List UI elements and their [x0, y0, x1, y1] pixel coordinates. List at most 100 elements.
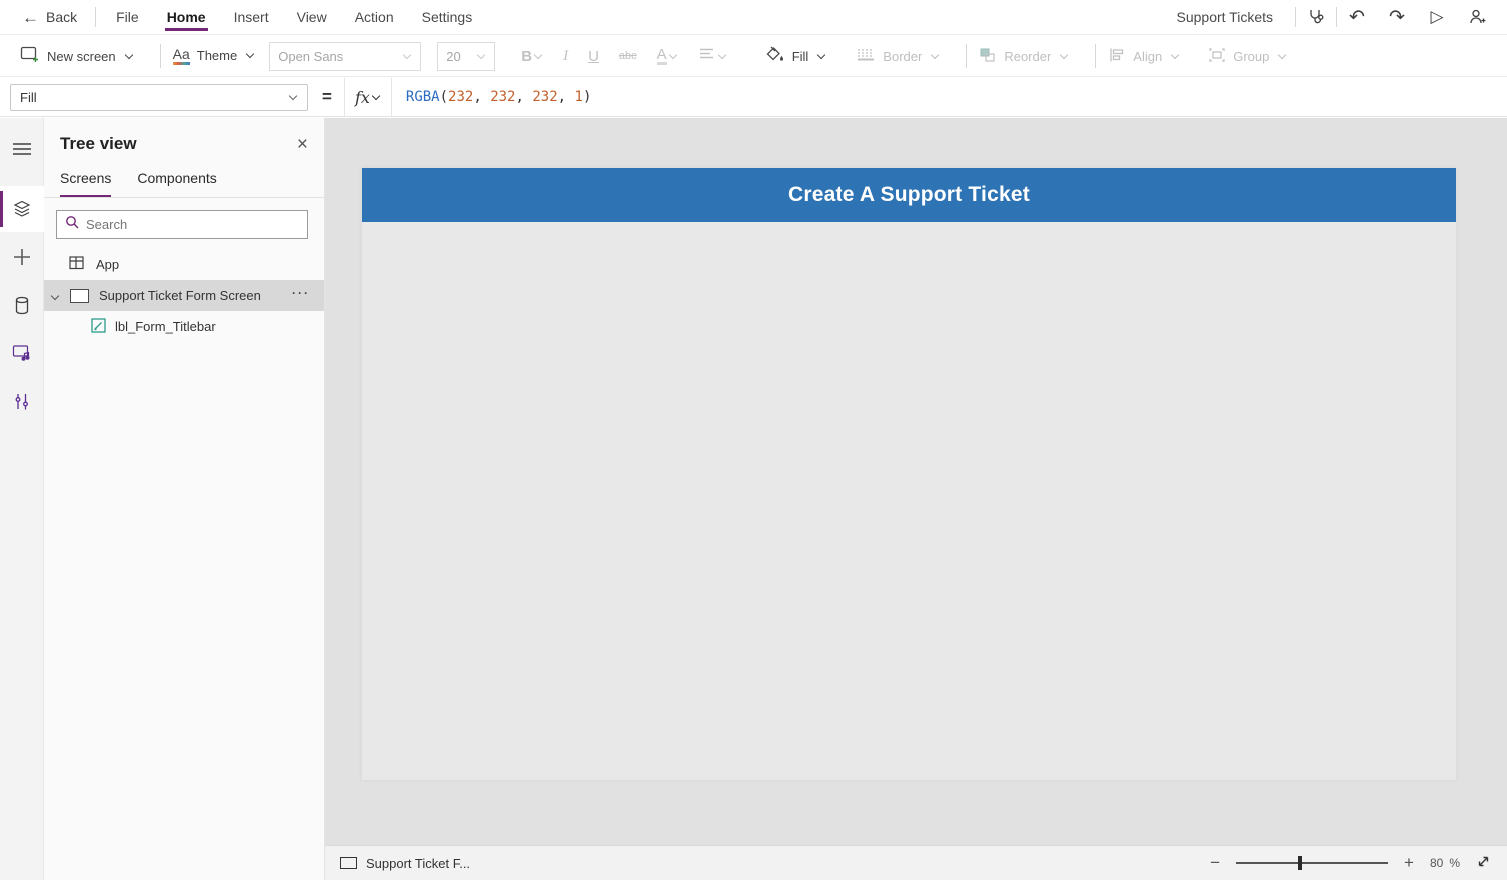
menu-item-file[interactable]: File — [102, 0, 153, 34]
italic-button[interactable]: I — [563, 48, 568, 65]
align-button[interactable]: Align — [1108, 47, 1180, 66]
underline-button[interactable]: U — [588, 48, 599, 65]
chevron-down-icon — [372, 91, 380, 99]
menu-item-insert[interactable]: Insert — [220, 0, 283, 34]
database-icon — [13, 296, 31, 315]
zoom-out-button[interactable]: − — [1210, 853, 1220, 873]
reorder-button[interactable]: Reorder — [979, 47, 1069, 66]
zoom-percentage: 80 % — [1430, 856, 1460, 870]
chevron-down-icon — [124, 50, 132, 58]
ribbon-toolbar: New screen Aa Theme Open Sans 20 B I U a… — [0, 36, 1507, 77]
equals-sign: = — [322, 87, 332, 107]
chevron-down-icon — [289, 91, 297, 99]
app-name: Support Tickets — [1177, 9, 1274, 25]
tree-view-tabs: Screens Components — [44, 170, 324, 198]
rail-item-media[interactable] — [0, 330, 44, 376]
tree-item-app[interactable]: App — [44, 249, 324, 280]
menu-items: File Home Insert View Action Settings — [102, 0, 486, 34]
property-selector[interactable]: Fill — [10, 84, 308, 111]
border-icon — [856, 48, 876, 65]
font-size-select[interactable]: 20 — [437, 42, 495, 71]
formula-input[interactable]: RGBA(232, 232, 232, 1) — [392, 89, 1507, 105]
form-title-text: Create A Support Ticket — [788, 183, 1030, 207]
tools-icon — [14, 392, 30, 411]
formula-bar: Fill = fx RGBA(232, 232, 232, 1) — [0, 78, 1507, 117]
font-color-button[interactable]: A — [657, 47, 678, 66]
chevron-down-icon — [477, 50, 485, 58]
top-menu-bar: ← Back File Home Insert View Action Sett… — [0, 0, 1507, 35]
fit-to-window-button[interactable] — [1476, 854, 1491, 872]
chevron-down-icon[interactable] — [51, 291, 59, 299]
app-canvas[interactable]: Create A Support Ticket — [362, 168, 1456, 780]
more-actions-button[interactable]: ··· — [292, 286, 310, 300]
new-screen-button[interactable]: New screen — [20, 46, 134, 66]
media-icon — [12, 344, 32, 362]
toolbar-divider — [966, 44, 967, 68]
bold-icon: B — [521, 48, 532, 65]
strikethrough-icon: abc — [619, 50, 637, 62]
rail-item-tree-view[interactable] — [0, 186, 44, 232]
undo-icon: ↶ — [1349, 6, 1365, 29]
fx-icon: fx — [355, 88, 370, 107]
border-button[interactable]: Border — [856, 48, 940, 65]
zoom-slider-track — [1236, 862, 1388, 864]
group-button[interactable]: Group — [1208, 47, 1287, 66]
text-align-button[interactable] — [698, 47, 727, 65]
hamburger-icon — [12, 142, 32, 156]
form-titlebar-label[interactable]: Create A Support Ticket — [362, 168, 1456, 222]
tree-item-label-control[interactable]: lbl_Form_Titlebar — [44, 311, 324, 342]
stethoscope-icon — [1306, 7, 1326, 27]
italic-icon: I — [563, 48, 568, 65]
chevron-down-icon — [668, 50, 676, 58]
app-checker-button[interactable] — [1296, 2, 1336, 32]
text-align-icon — [698, 47, 716, 65]
menubar-divider — [95, 7, 96, 27]
redo-button[interactable]: ↷ — [1377, 2, 1417, 32]
menubar-right: Support Tickets ↶ ↷ ▷ — [1177, 2, 1507, 32]
font-family-select[interactable]: Open Sans — [269, 42, 421, 71]
reorder-icon — [979, 47, 997, 66]
group-icon — [1208, 47, 1226, 66]
align-objects-icon — [1108, 47, 1126, 66]
font-color-icon: A — [657, 47, 667, 66]
rail-item-advanced-tools[interactable] — [0, 378, 44, 424]
menu-item-action[interactable]: Action — [341, 0, 408, 34]
rail-item-insert[interactable] — [0, 234, 44, 280]
chevron-down-icon — [534, 50, 542, 58]
rail-item-data[interactable] — [0, 282, 44, 328]
tab-screens[interactable]: Screens — [60, 170, 111, 197]
status-bar: Support Ticket F... − + 80 % — [325, 845, 1507, 880]
tree-search-box[interactable] — [56, 210, 308, 239]
strikethrough-button[interactable]: abc — [619, 50, 637, 62]
bold-button[interactable]: B — [521, 48, 543, 65]
search-icon — [65, 215, 79, 234]
undo-button[interactable]: ↶ — [1337, 2, 1377, 32]
fx-dropdown[interactable]: fx — [344, 78, 392, 116]
redo-icon: ↷ — [1389, 6, 1405, 29]
close-panel-button[interactable]: × — [297, 135, 308, 154]
fill-button[interactable]: Fill — [765, 46, 827, 67]
menu-item-settings[interactable]: Settings — [408, 0, 487, 34]
toolbar-divider — [160, 44, 161, 68]
theme-button[interactable]: Aa Theme — [173, 47, 256, 65]
hamburger-menu-button[interactable] — [0, 126, 44, 172]
chevron-down-icon — [246, 50, 254, 58]
theme-icon: Aa — [173, 47, 190, 65]
back-button[interactable]: ← Back — [0, 9, 95, 26]
current-screen-indicator[interactable]: Support Ticket F... — [340, 856, 470, 871]
zoom-in-button[interactable]: + — [1404, 853, 1414, 873]
design-workspace: Create A Support Ticket Support Ticket F… — [325, 118, 1507, 880]
active-menu-underline — [165, 28, 208, 31]
menu-item-view[interactable]: View — [283, 0, 341, 34]
menu-item-home[interactable]: Home — [153, 0, 220, 34]
chevron-down-icon — [403, 50, 411, 58]
plus-icon — [13, 248, 31, 266]
share-app-button[interactable] — [1457, 2, 1497, 32]
zoom-slider-handle[interactable] — [1298, 856, 1302, 870]
search-input[interactable] — [86, 217, 299, 232]
tree-item-screen[interactable]: Support Ticket Form Screen ··· — [44, 280, 324, 311]
app-icon — [69, 256, 85, 273]
zoom-slider[interactable] — [1236, 856, 1388, 870]
tab-components[interactable]: Components — [137, 170, 216, 197]
preview-app-button[interactable]: ▷ — [1417, 2, 1457, 32]
